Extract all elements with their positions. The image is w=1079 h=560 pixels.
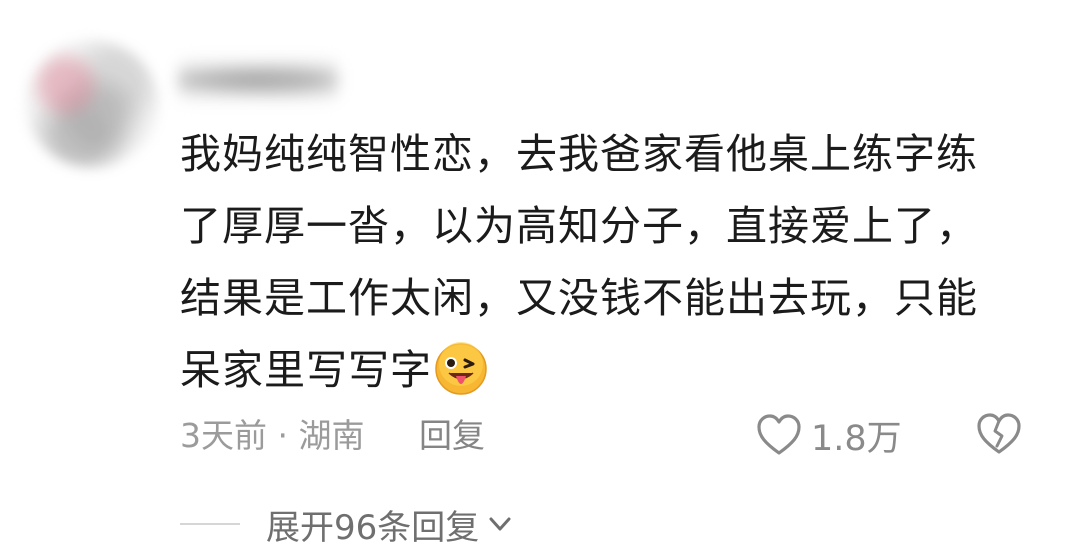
comment-body: 我妈纯纯智性恋，去我爸家看他桌上练字练了厚厚一沓，以为高知分子，直接爱上了，结果… xyxy=(180,130,978,394)
username-blurred[interactable] xyxy=(178,58,338,102)
expand-replies-button[interactable]: 展开96条回复 xyxy=(180,497,515,551)
wink-tongue-emoji-icon xyxy=(435,342,487,395)
like-count: 1.8万 xyxy=(811,418,902,459)
time-location: 3天前 · 湖南 xyxy=(180,416,365,455)
chevron-down-icon xyxy=(489,517,511,531)
reply-button[interactable]: 回复 xyxy=(419,414,485,458)
broken-heart-icon[interactable] xyxy=(975,412,1023,456)
avatar[interactable] xyxy=(26,40,158,168)
comment-text: 我妈纯纯智性恋，去我爸家看他桌上练字练了厚厚一沓，以为高知分子，直接爱上了，结果… xyxy=(180,118,1010,406)
heart-icon xyxy=(757,414,801,455)
like-button[interactable]: 1.8万 xyxy=(755,410,902,460)
divider-line xyxy=(180,523,240,525)
comment-meta: 3天前 · 湖南 回复 xyxy=(180,414,485,458)
expand-replies-label: 展开96条回复 xyxy=(266,507,480,548)
comment-card: 我妈纯纯智性恋，去我爸家看他桌上练字练了厚厚一沓，以为高知分子，直接爱上了，结果… xyxy=(0,0,1079,560)
